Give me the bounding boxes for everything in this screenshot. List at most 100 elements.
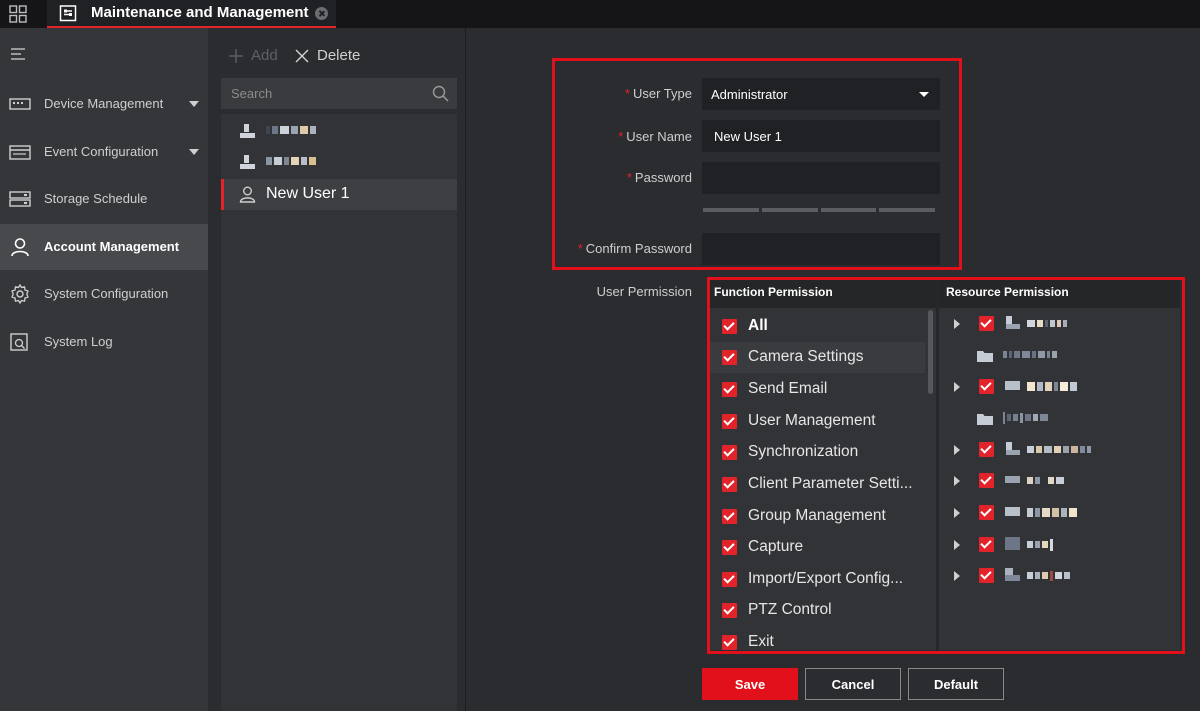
user-list-item[interactable] (221, 116, 457, 147)
permission-item-client-parameter-settings[interactable]: Client Parameter Setti... (707, 469, 925, 500)
permission-item-ptz-control[interactable]: PTZ Control (707, 595, 925, 626)
sidebar-item-event-configuration[interactable]: Event Configuration (0, 129, 208, 175)
permission-panel: Function Permission Resource Permission … (707, 278, 1180, 650)
sidebar-item-system-configuration[interactable]: System Configuration (0, 271, 208, 317)
tab-maintenance-management[interactable]: Maintenance and Management (47, 0, 336, 28)
checkbox[interactable] (722, 572, 737, 587)
account-icon (11, 238, 29, 257)
chevron-down-icon (189, 149, 199, 155)
search-input[interactable] (221, 78, 426, 109)
checkbox[interactable] (722, 382, 737, 397)
close-icon (295, 49, 309, 63)
user-list-item-selected[interactable]: New User 1 (221, 179, 457, 210)
checkbox[interactable] (722, 509, 737, 524)
menu-toggle-icon[interactable] (11, 48, 25, 60)
device-node-icon (1006, 442, 1020, 455)
user-name-field[interactable] (702, 120, 940, 152)
resource-tree-item[interactable] (939, 308, 1180, 339)
resource-tree-folder[interactable] (939, 339, 1180, 370)
permission-item-capture[interactable]: Capture (707, 532, 925, 563)
confirm-password-field[interactable] (702, 233, 940, 265)
resource-tree-folder[interactable] (939, 402, 1180, 433)
sidebar-item-device-management[interactable]: Device Management (0, 81, 208, 127)
checkbox[interactable] (722, 414, 737, 429)
save-button[interactable]: Save (702, 668, 798, 700)
confirm-password-label: * Confirm Password (577, 241, 692, 256)
user-details-form: *User Type Administrator *User Name *Pas… (466, 28, 1200, 711)
user-list: New User 1 (221, 114, 457, 711)
permission-item-synchronization[interactable]: Synchronization (707, 437, 925, 468)
cancel-button[interactable]: Cancel (805, 668, 901, 700)
default-button[interactable]: Default (908, 668, 1004, 700)
user-icon (240, 155, 255, 169)
chevron-down-icon (189, 101, 199, 107)
resource-tree-item[interactable] (939, 497, 1180, 528)
checkbox[interactable] (979, 442, 994, 457)
checkbox[interactable] (979, 379, 994, 394)
permission-item-send-email[interactable]: Send Email (707, 374, 925, 405)
top-bar: Maintenance and Management (0, 0, 1200, 28)
checkbox[interactable] (979, 537, 994, 552)
permission-item-camera-settings[interactable]: Camera Settings (707, 342, 925, 373)
checkbox[interactable] (722, 350, 737, 365)
delete-label: Delete (317, 47, 361, 64)
obscured-resource-name (1027, 319, 1067, 328)
obscured-resource-name (1027, 570, 1070, 581)
chevron-down-icon (919, 92, 929, 97)
expand-arrow-icon[interactable] (954, 476, 960, 486)
permission-item-group-management[interactable]: Group Management (707, 501, 925, 532)
permission-item-exit[interactable]: Exit (707, 627, 925, 650)
sidebar-item-label: System Configuration (44, 286, 169, 301)
checkbox[interactable] (722, 635, 737, 650)
permission-item-user-management[interactable]: User Management (707, 406, 925, 437)
device-node-icon (1005, 537, 1020, 550)
sidebar-item-system-log[interactable]: System Log (0, 319, 208, 365)
close-tab-icon[interactable] (315, 7, 328, 20)
resource-tree-item[interactable] (939, 529, 1180, 560)
expand-arrow-icon[interactable] (954, 571, 960, 581)
gear-icon (11, 284, 29, 304)
sidebar-item-account-management[interactable]: Account Management (0, 224, 208, 270)
device-node-icon (1005, 568, 1020, 581)
expand-arrow-icon[interactable] (954, 508, 960, 518)
obscured-resource-name (1027, 508, 1077, 517)
apps-grid-icon[interactable] (9, 5, 27, 23)
search-icon[interactable] (432, 85, 449, 102)
device-node-icon (1005, 507, 1020, 516)
checkbox[interactable] (722, 445, 737, 460)
log-icon (10, 333, 28, 351)
permission-item-all[interactable]: All (707, 311, 925, 342)
user-type-select[interactable]: Administrator (702, 78, 940, 110)
admin-user-icon (240, 124, 255, 138)
device-node-icon (1005, 381, 1020, 390)
function-permission-list: All Camera Settings Send Email User Mana… (707, 308, 925, 650)
plus-icon (229, 49, 243, 63)
user-list-item[interactable] (221, 147, 457, 178)
checkbox[interactable] (979, 473, 994, 488)
folder-icon (977, 351, 993, 362)
password-field[interactable] (702, 162, 940, 194)
checkbox[interactable] (722, 540, 737, 555)
scrollbar[interactable] (928, 310, 933, 394)
checkbox[interactable] (979, 316, 994, 331)
permission-item-import-export-config[interactable]: Import/Export Config... (707, 564, 925, 595)
checkbox[interactable] (722, 477, 737, 492)
resource-tree-item[interactable] (939, 371, 1180, 402)
checkbox[interactable] (979, 505, 994, 520)
expand-arrow-icon[interactable] (954, 445, 960, 455)
checkbox[interactable] (722, 319, 737, 334)
sidebar-item-storage-schedule[interactable]: Storage Schedule (0, 176, 208, 222)
user-type-label: * User Type (624, 86, 692, 101)
device-icon (9, 98, 31, 110)
checkbox[interactable] (722, 603, 737, 618)
resource-tree-item[interactable] (939, 560, 1180, 591)
resource-tree-item[interactable] (939, 434, 1180, 465)
resource-tree-item[interactable] (939, 465, 1180, 496)
expand-arrow-icon[interactable] (954, 319, 960, 329)
storage-icon (9, 191, 31, 207)
folder-icon (977, 414, 993, 425)
expand-arrow-icon[interactable] (954, 540, 960, 550)
event-icon (9, 145, 31, 160)
expand-arrow-icon[interactable] (954, 382, 960, 392)
checkbox[interactable] (979, 568, 994, 583)
